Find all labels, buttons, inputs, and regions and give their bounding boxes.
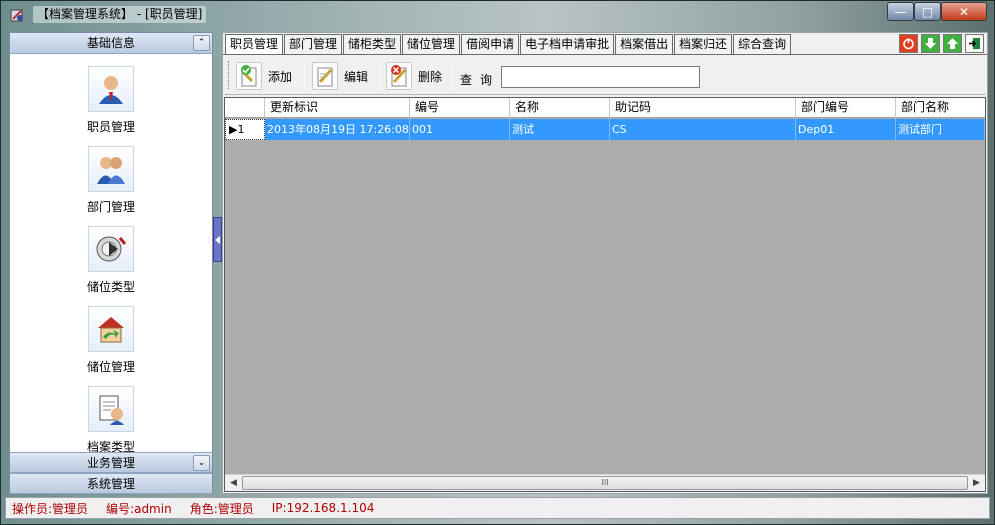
arrow-down-icon[interactable] — [921, 34, 940, 53]
nav-item-employee[interactable]: 职员管理 — [10, 66, 212, 135]
window-title: 【档案管理系统】 - [职员管理] — [33, 6, 207, 23]
table-cell[interactable]: 001 — [410, 119, 510, 140]
query-label: 查询 — [460, 73, 501, 87]
tab-underline — [223, 54, 987, 55]
edit-button[interactable]: 编辑 — [312, 60, 368, 92]
tab-strip: 职员管理 部门管理 储柜类型 储位管理 借阅申请 电子档申请审批 档案借出 档案… — [225, 34, 792, 55]
section-header-business[interactable]: 业务管理 ⌄ — [10, 452, 212, 473]
section-label: 业务管理 — [86, 456, 135, 470]
scroll-left-icon[interactable]: ◀ — [225, 475, 242, 491]
sidebar-collapse-handle[interactable] — [213, 217, 222, 262]
edit-icon — [312, 62, 338, 90]
status-code: 编号:admin — [106, 501, 172, 516]
exit-door-icon[interactable] — [965, 34, 984, 53]
column-header-dept-name[interactable]: 部门名称 — [896, 98, 985, 118]
toolbar: 添加 编辑 删除 查询 — [224, 57, 986, 95]
nav-item-storage-type[interactable]: 储位类型 — [10, 226, 212, 295]
tab-department[interactable]: 部门管理 — [284, 34, 343, 54]
minimize-button[interactable]: — — [887, 2, 914, 21]
toolbar-grip[interactable] — [228, 61, 231, 89]
nav-item-department[interactable]: 部门管理 — [10, 146, 212, 215]
close-button[interactable]: ✕ — [941, 2, 987, 21]
tab-comprehensive-query[interactable]: 综合查询 — [733, 34, 792, 54]
storage-type-icon — [88, 226, 134, 272]
scroll-right-icon[interactable]: ▶ — [968, 475, 985, 491]
nav-label: 储位管理 — [86, 360, 135, 374]
horizontal-scrollbar[interactable]: ◀ III ▶ — [225, 474, 985, 491]
title-bar: 【档案管理系统】 - [职员管理] — □ ✕ — [1, 1, 994, 29]
column-header-code[interactable]: 编号 — [410, 98, 510, 118]
archive-type-icon — [88, 386, 134, 432]
row-indicator-header — [225, 98, 265, 118]
table-cell[interactable]: CS — [610, 119, 796, 140]
table-row[interactable]: ▶1 2013年08月19日 17:26:08 001 测试 CS Dep01 … — [225, 119, 985, 140]
department-icon — [88, 146, 134, 192]
status-role: 角色:管理员 — [189, 501, 254, 516]
grid-header: 更新标识 编号 名称 助记码 部门编号 部门名称 — [225, 98, 985, 118]
power-icon[interactable] — [899, 34, 918, 53]
status-bar: 操作员:管理员 编号:admin 角色:管理员 IP:192.168.1.104 — [5, 497, 990, 519]
app-window: 【档案管理系统】 - [职员管理] — □ ✕ 基础信息 ⌃ 职员管理 部门管理 — [0, 0, 995, 525]
status-operator: 操作员:管理员 — [12, 501, 89, 516]
collapse-up-icon[interactable]: ⌃ — [193, 35, 210, 51]
tab-storage-manage[interactable]: 储位管理 — [402, 34, 461, 54]
table-cell[interactable]: 测试 — [510, 119, 610, 140]
column-header-mnemonic[interactable]: 助记码 — [610, 98, 796, 118]
top-right-icons — [899, 34, 984, 53]
edit-label: 编辑 — [344, 69, 369, 84]
app-icon — [9, 7, 25, 23]
maximize-button[interactable]: □ — [914, 2, 941, 21]
section-label: 系统管理 — [86, 477, 135, 491]
section-label: 基础信息 — [86, 36, 135, 50]
status-ip: IP:192.168.1.104 — [271, 501, 375, 515]
table-cell[interactable]: Dep01 — [796, 119, 896, 140]
content-panel: 职员管理 部门管理 储柜类型 储位管理 借阅申请 电子档申请审批 档案借出 档案… — [222, 32, 988, 494]
employee-icon — [88, 66, 134, 112]
add-button[interactable]: 添加 — [236, 60, 292, 92]
left-nav-panel: 基础信息 ⌃ 职员管理 部门管理 储位类型 储位管理 档案类型 业务管理 ⌄ 系… — [9, 32, 213, 494]
storage-manage-icon — [88, 306, 134, 352]
arrow-up-icon[interactable] — [943, 34, 962, 53]
delete-label: 删除 — [418, 69, 443, 84]
table-cell[interactable]: 2013年08月19日 17:26:08 — [265, 119, 410, 140]
column-header-name[interactable]: 名称 — [510, 98, 610, 118]
tab-e-archive-approval[interactable]: 电子档申请审批 — [520, 34, 615, 54]
section-header-basic-info[interactable]: 基础信息 ⌃ — [10, 33, 212, 54]
delete-icon — [386, 62, 412, 90]
nav-label: 职员管理 — [86, 120, 135, 134]
tab-borrow-request[interactable]: 借阅申请 — [461, 34, 520, 54]
section-header-system[interactable]: 系统管理 — [10, 473, 212, 494]
nav-item-archive-type[interactable]: 档案类型 — [10, 386, 212, 455]
scroll-thumb[interactable]: III — [242, 476, 968, 490]
tab-employee[interactable]: 职员管理 — [225, 34, 284, 55]
delete-button[interactable]: 删除 — [386, 60, 442, 92]
tab-archive-return[interactable]: 档案归还 — [674, 34, 733, 54]
tab-archive-lend[interactable]: 档案借出 — [615, 34, 674, 54]
nav-item-storage-manage[interactable]: 储位管理 — [10, 306, 212, 375]
query-input[interactable] — [501, 66, 700, 88]
nav-label: 部门管理 — [86, 200, 135, 214]
toolbar-separator — [452, 63, 453, 89]
collapse-down-icon[interactable]: ⌄ — [193, 455, 210, 471]
add-icon — [236, 62, 262, 90]
row-indicator[interactable]: ▶1 — [225, 119, 265, 140]
table-cell[interactable]: 测试部门 — [896, 119, 985, 140]
tab-cabinet-type[interactable]: 储柜类型 — [343, 34, 402, 54]
toolbar-separator — [379, 63, 380, 89]
nav-label: 储位类型 — [86, 280, 135, 294]
toolbar-separator — [304, 63, 305, 89]
add-label: 添加 — [268, 69, 293, 84]
column-header-dept-code[interactable]: 部门编号 — [796, 98, 896, 118]
column-header-update-flag[interactable]: 更新标识 — [265, 98, 410, 118]
data-grid: 更新标识 编号 名称 助记码 部门编号 部门名称 ▶1 2013年08月19日 … — [224, 97, 986, 492]
